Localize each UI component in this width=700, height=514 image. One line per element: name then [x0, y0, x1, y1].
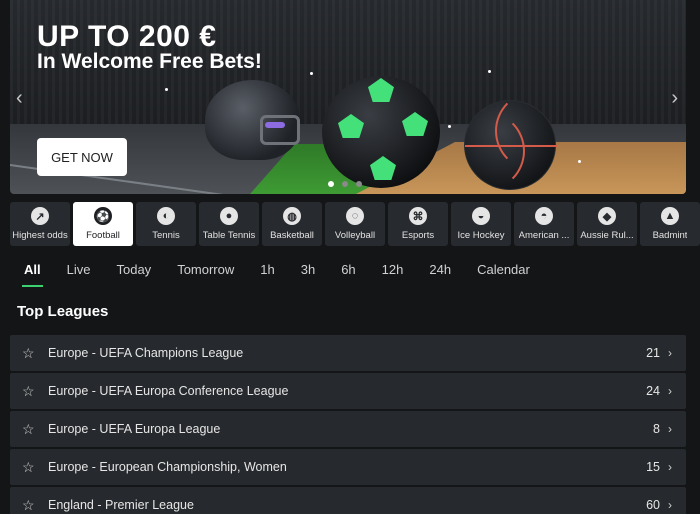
- sparkle: [448, 125, 451, 128]
- time-tab[interactable]: Today: [116, 262, 151, 287]
- sport-tab-label: Ice Hockey: [457, 230, 505, 241]
- league-name: Europe - UEFA Europa Conference League: [48, 384, 289, 398]
- sport-tab-label: Volleyball: [334, 230, 376, 241]
- time-filter-tabs: All Live Today Tomorrow 1h 3h 6h 12h 24h Calendar: [22, 262, 556, 287]
- time-tab[interactable]: Live: [67, 262, 91, 287]
- time-tab[interactable]: Calendar: [477, 262, 530, 287]
- soccer-ball-icon: ⚽: [94, 207, 112, 225]
- soccer-ball-image: [322, 76, 440, 188]
- league-name: Europe - European Championship, Women: [48, 460, 287, 474]
- sport-tab[interactable]: ◍ Basketball: [262, 202, 322, 246]
- sport-tab[interactable]: ⌘ Esports: [388, 202, 448, 246]
- sparkle: [578, 160, 581, 163]
- promo-banner[interactable]: UP TO 200 € In Welcome Free Bets! GET NO…: [10, 0, 686, 194]
- tennis-ball-icon: ◐: [157, 207, 175, 225]
- sport-tab-label: American ...: [518, 230, 570, 241]
- sport-tab[interactable]: ↗ Highest odds: [10, 202, 70, 246]
- banner-subtitle: In Welcome Free Bets!: [37, 50, 262, 73]
- sport-tab[interactable]: ◓ American ...: [514, 202, 574, 246]
- rugby-ball-icon: ◆: [598, 207, 616, 225]
- league-row[interactable]: ☆ Europe - UEFA Champions League 21 ›: [10, 335, 686, 371]
- star-icon[interactable]: ☆: [22, 346, 36, 360]
- league-row[interactable]: ☆ England - Premier League 60 ›: [10, 487, 686, 514]
- star-icon[interactable]: ☆: [22, 384, 36, 398]
- sport-tab-label: Aussie Rul...: [580, 230, 634, 241]
- time-tab[interactable]: 6h: [341, 262, 355, 287]
- carousel-dot[interactable]: [356, 181, 362, 187]
- sport-tab-label: Table Tennis: [202, 230, 256, 241]
- chevron-left-icon[interactable]: ‹: [16, 88, 23, 108]
- star-icon[interactable]: ☆: [22, 460, 36, 474]
- banner-title: UP TO 200 €: [37, 20, 217, 53]
- sport-tab-label: Highest odds: [12, 230, 68, 241]
- sport-tab-label: Basketball: [270, 230, 314, 241]
- league-count: 15: [646, 460, 660, 474]
- basketball-icon: ◍: [283, 207, 301, 225]
- sport-tab-label: Tennis: [152, 230, 180, 241]
- chevron-right-icon: ›: [668, 422, 672, 436]
- time-tab[interactable]: Tomorrow: [177, 262, 234, 287]
- sport-tab-label: Esports: [401, 230, 435, 241]
- football-helmet-icon: ◓: [535, 207, 553, 225]
- sport-tab[interactable]: ▲ Badmint: [640, 202, 700, 246]
- chevron-right-icon: ›: [668, 346, 672, 360]
- league-name: England - Premier League: [48, 498, 194, 512]
- chevron-right-icon: ›: [668, 498, 672, 512]
- star-icon[interactable]: ☆: [22, 422, 36, 436]
- league-count: 21: [646, 346, 660, 360]
- sparkle: [165, 88, 168, 91]
- chevron-right-icon[interactable]: ›: [671, 88, 678, 108]
- table-tennis-icon: ●: [220, 207, 238, 225]
- sport-tab-label: Football: [86, 230, 120, 241]
- league-row[interactable]: ☆ Europe - UEFA Europa League 8 ›: [10, 411, 686, 447]
- star-icon[interactable]: ☆: [22, 498, 36, 512]
- league-count: 24: [646, 384, 660, 398]
- carousel-dot[interactable]: [328, 181, 334, 187]
- time-tab[interactable]: 3h: [301, 262, 315, 287]
- league-count: 8: [653, 422, 660, 436]
- time-tab[interactable]: 12h: [382, 262, 404, 287]
- sparkle: [488, 70, 491, 73]
- sport-tab-label: Badmint: [652, 230, 688, 241]
- basketball-image: [464, 91, 557, 191]
- league-row[interactable]: ☆ Europe - European Championship, Women 15…: [10, 449, 686, 485]
- chevron-right-icon: ›: [668, 384, 672, 398]
- league-name: Europe - UEFA Champions League: [48, 346, 244, 360]
- carousel-dot[interactable]: [342, 181, 348, 187]
- shuttlecock-icon: ▲: [661, 207, 679, 225]
- gamepad-icon: ⌘: [409, 207, 427, 225]
- league-name: Europe - UEFA Europa League: [48, 422, 221, 436]
- time-tab[interactable]: 24h: [429, 262, 451, 287]
- time-tab[interactable]: 1h: [260, 262, 274, 287]
- time-tab[interactable]: All: [22, 262, 43, 287]
- hockey-puck-icon: ◒: [472, 207, 490, 225]
- chevron-right-icon: ›: [668, 460, 672, 474]
- carousel-dots: [328, 181, 362, 187]
- league-row[interactable]: ☆ Europe - UEFA Europa Conference League 2…: [10, 373, 686, 409]
- volleyball-icon: ◌: [346, 207, 364, 225]
- trend-up-icon: ↗: [31, 207, 49, 225]
- sport-tab[interactable]: ● Table Tennis: [199, 202, 259, 246]
- get-now-button[interactable]: GET NOW: [37, 138, 127, 176]
- sport-tab[interactable]: ◆ Aussie Rul...: [577, 202, 637, 246]
- sport-tab[interactable]: ◌ Volleyball: [325, 202, 385, 246]
- sport-tab[interactable]: ◐ Tennis: [136, 202, 196, 246]
- sparkle: [310, 72, 313, 75]
- sports-tabs: ↗ Highest odds ⚽ Football ◐ Tennis ● Table Tenn…: [10, 202, 700, 246]
- top-leagues-list: ☆ Europe - UEFA Champions League 21 › ☆ Europ…: [10, 335, 686, 514]
- league-count: 60: [646, 498, 660, 512]
- sport-tab[interactable]: ◒ Ice Hockey: [451, 202, 511, 246]
- football-helmet-image: [205, 80, 300, 160]
- section-title: Top Leagues: [17, 303, 109, 320]
- sport-tab[interactable]: ⚽ Football: [73, 202, 133, 246]
